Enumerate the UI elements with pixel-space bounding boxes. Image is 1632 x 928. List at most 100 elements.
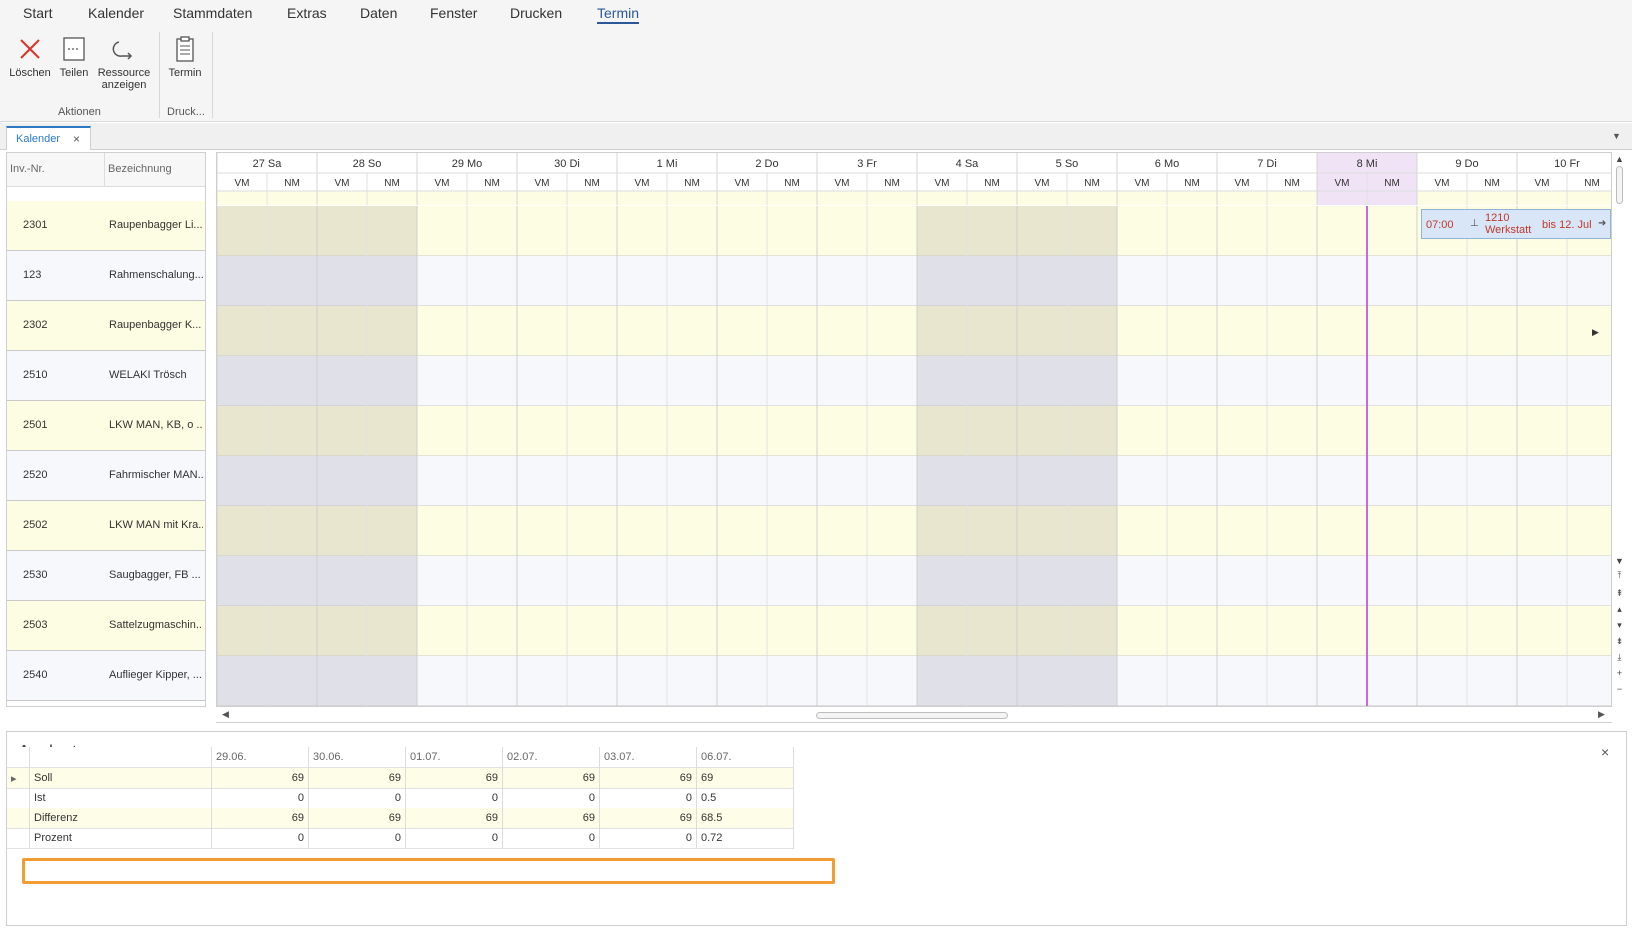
- delete-button[interactable]: Löschen: [9, 34, 51, 79]
- date-column-header: 03.07.: [600, 747, 697, 768]
- half-label: NM: [1084, 178, 1100, 189]
- date-column-header: 29.06.: [212, 747, 309, 768]
- half-label: VM: [535, 178, 550, 189]
- page-up-icon[interactable]: ⇞: [1612, 588, 1627, 599]
- close-icon[interactable]: ×: [1601, 744, 1609, 760]
- resource-list: Inv.-Nr. Bezeichnung 2301 Raupenbagger Li…: [6, 152, 206, 707]
- menu-kalender[interactable]: Kalender: [88, 5, 144, 21]
- more-right-icon[interactable]: ▶: [1592, 327, 1599, 338]
- day-label: 30 Di: [554, 158, 580, 170]
- last-page-icon[interactable]: ⤓: [1612, 652, 1627, 663]
- auslastung-panel: Auslastung × 29.06.30.06.01.07.02.07.03.…: [6, 731, 1627, 926]
- tab-kalender[interactable]: Kalender ×: [6, 126, 91, 150]
- scroll-right-icon[interactable]: ▶: [1598, 709, 1605, 720]
- date-column-header: 30.06.: [309, 747, 406, 768]
- close-icon[interactable]: ×: [73, 132, 80, 146]
- resource-bezeichnung: Raupenbagger Li...: [109, 219, 203, 231]
- resource-row[interactable]: 2501 LKW MAN, KB, o ...: [7, 401, 205, 451]
- half-label: VM: [335, 178, 350, 189]
- step-down-icon[interactable]: ▾: [1612, 620, 1627, 631]
- half-label: VM: [935, 178, 950, 189]
- schedule-cell: [1517, 256, 1611, 306]
- resource-row[interactable]: 2302 Raupenbagger K...: [7, 301, 205, 351]
- vertical-scroll-thumb[interactable]: [1616, 166, 1623, 204]
- day-label: 9 Do: [1455, 158, 1478, 170]
- label-column-header: [30, 747, 212, 768]
- split-button[interactable]: Teilen: [56, 34, 92, 79]
- value-cell: 69: [212, 768, 309, 789]
- scroll-left-icon[interactable]: ◀: [222, 709, 229, 720]
- scroll-down-icon[interactable]: ▼: [1612, 556, 1627, 566]
- first-page-icon[interactable]: ⤒: [1612, 570, 1627, 581]
- row-indicator: [7, 788, 30, 809]
- menu-start[interactable]: Start: [23, 5, 53, 21]
- horizontal-scrollbar[interactable]: ◀ ▶: [216, 707, 1612, 723]
- zoom-in-icon[interactable]: +: [1612, 668, 1627, 678]
- resource-row[interactable]: 123 Rahmenschalung...: [7, 251, 205, 301]
- schedule-grid[interactable]: 27 Sa VM NM 28 So VM NM 29 Mo VM NM 30 Di VM NM 1 Mi…: [216, 152, 1612, 707]
- value-cell: 0: [503, 828, 600, 849]
- resource-row[interactable]: 2503 Sattelzugmaschin...: [7, 601, 205, 651]
- column-header-bezeichnung[interactable]: Bezeichnung: [105, 153, 205, 187]
- day-label: 2 Do: [755, 158, 778, 170]
- half-label: VM: [1035, 178, 1050, 189]
- value-cell: 0: [309, 828, 406, 849]
- menu-termin[interactable]: Termin: [597, 5, 640, 24]
- half-label: NM: [784, 178, 800, 189]
- show-resource-button[interactable]: Ressource anzeigen: [96, 34, 152, 91]
- value-cell: 69: [406, 808, 503, 829]
- schedule-canvas: 27 SaVM NM28 SoVM NM29 MoVM NM30 DiVM NM1 Mi…: [217, 153, 1611, 706]
- chevron-down-icon[interactable]: ▼: [1612, 131, 1621, 141]
- resource-row[interactable]: 2540 Auflieger Kipper, ...: [7, 651, 205, 701]
- day-label: 7 Di: [1257, 158, 1277, 170]
- scroll-up-icon[interactable]: ▲: [1612, 154, 1627, 164]
- print-appointment-button[interactable]: Termin: [166, 34, 204, 79]
- menu-drucken[interactable]: Drucken: [510, 5, 562, 21]
- value-cell: 69: [600, 768, 697, 789]
- resource-row[interactable]: 2530 Saugbagger, FB ...: [7, 551, 205, 601]
- resource-inv: 2301: [23, 219, 48, 231]
- row-label: Prozent: [30, 828, 212, 849]
- step-up-icon[interactable]: ▴: [1612, 604, 1627, 615]
- row-indicator-header: [7, 747, 30, 768]
- resource-row[interactable]: 2301 Raupenbagger Li...: [7, 201, 205, 251]
- redirect-arrow-icon: [112, 41, 133, 60]
- page-down-icon[interactable]: ⇟: [1612, 636, 1627, 647]
- resource-bezeichnung: Rahmenschalung...: [109, 269, 203, 281]
- half-label: NM: [984, 178, 1000, 189]
- resource-row[interactable]: 2502 LKW MAN mit Kra...: [7, 501, 205, 551]
- appointment-title: 1210 Werkstatt: [1485, 212, 1531, 236]
- resource-bezeichnung: Raupenbagger K...: [109, 319, 202, 331]
- column-header-inv[interactable]: Inv.-Nr.: [7, 153, 105, 187]
- value-cell: 68.5: [697, 808, 794, 829]
- day-label: 3 Fr: [857, 158, 877, 170]
- resource-inv: 2501: [23, 419, 48, 431]
- resource-row[interactable]: 2510 WELAKI Trösch: [7, 351, 205, 401]
- zoom-out-icon[interactable]: −: [1612, 684, 1627, 694]
- split-icon: [63, 37, 85, 61]
- show-resource-label-1: Ressource: [97, 67, 151, 79]
- horizontal-scroll-thumb[interactable]: [816, 712, 1008, 719]
- resource-inv: 123: [23, 269, 42, 281]
- show-resource-label-2: anzeigen: [101, 79, 147, 91]
- resource-row[interactable]: 2520 Fahrmischer MAN...: [7, 451, 205, 501]
- appointment-block[interactable]: 07:00 ⊥ 1210 Werkstatt bis 12. Jul ➜: [1421, 209, 1611, 239]
- half-label: VM: [835, 178, 850, 189]
- menu-fenster[interactable]: Fenster: [430, 5, 477, 21]
- menu-extras[interactable]: Extras: [287, 5, 327, 21]
- vertical-scrollbar[interactable]: ▲ ▼ ⤒ ⇞ ▴ ▾ ⇟ ⤓ + −: [1612, 152, 1627, 707]
- menu-daten[interactable]: Daten: [360, 5, 397, 21]
- resource-inv: 2540: [23, 669, 48, 681]
- value-cell: 0: [503, 788, 600, 809]
- schedule-cell: [1517, 356, 1611, 406]
- menu-bar: Start Kalender Stammdaten Extras Daten F…: [0, 0, 1632, 28]
- value-cell: 69: [406, 768, 503, 789]
- menu-stammdaten[interactable]: Stammdaten: [173, 5, 252, 21]
- resource-inv: 2302: [23, 319, 48, 331]
- schedule-cell: [1517, 656, 1611, 706]
- half-label: VM: [1335, 178, 1350, 189]
- highlight-box: [22, 858, 835, 884]
- resource-inv: 2530: [23, 569, 48, 581]
- half-label: VM: [1135, 178, 1150, 189]
- day-label: 6 Mo: [1155, 158, 1179, 170]
